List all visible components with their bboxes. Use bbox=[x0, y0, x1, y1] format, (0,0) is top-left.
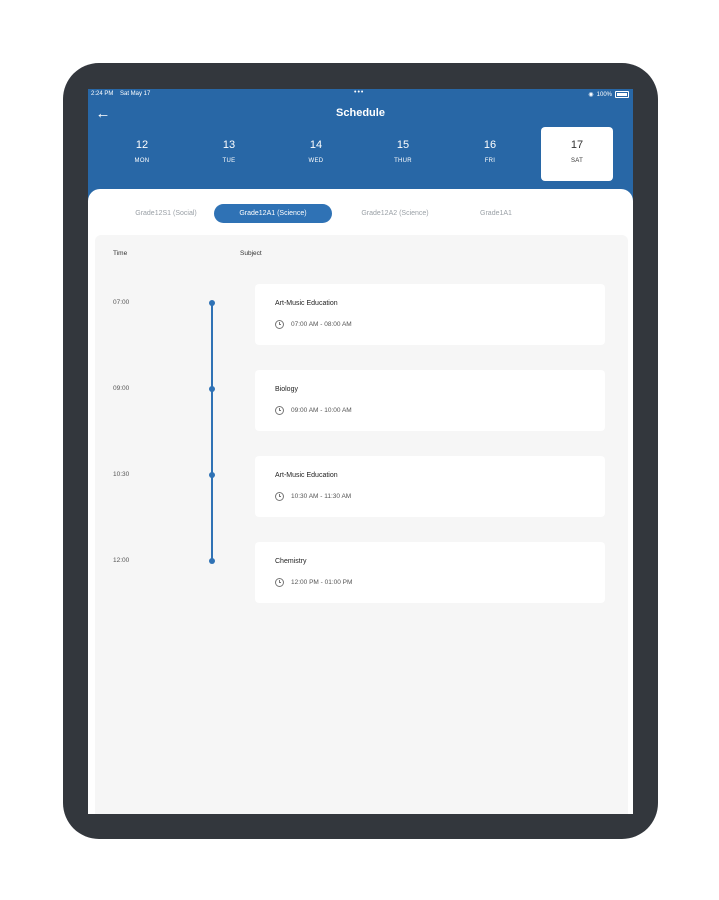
day-name: WED bbox=[308, 158, 324, 164]
day-number: 15 bbox=[396, 139, 410, 151]
time-range: 10:30 AM - 11:30 AM bbox=[291, 493, 352, 500]
time-column-header: Time bbox=[113, 250, 128, 257]
day-fri[interactable]: 16 FRI bbox=[454, 127, 526, 181]
subject-column-header: Subject bbox=[240, 250, 262, 257]
day-name: SAT bbox=[570, 158, 584, 164]
clock-icon bbox=[275, 492, 284, 501]
app-screen: 2:24 PM Sat May 17 ••• ◉ 100% ← Schedule… bbox=[88, 89, 633, 814]
day-name: TUE bbox=[222, 158, 236, 164]
tablet-frame: 2:24 PM Sat May 17 ••• ◉ 100% ← Schedule… bbox=[63, 63, 658, 839]
time-label: 09:00 bbox=[113, 385, 130, 392]
time-label: 07:00 bbox=[113, 299, 130, 306]
time-range: 09:00 AM - 10:00 AM bbox=[291, 407, 352, 414]
clock-icon bbox=[275, 578, 284, 587]
subject-name: Biology bbox=[275, 386, 298, 393]
tab-grade1a1[interactable]: Grade1A1 bbox=[462, 204, 530, 223]
status-date: Sat May 17 bbox=[120, 91, 151, 97]
day-thur[interactable]: 15 THUR bbox=[367, 127, 439, 181]
timeline-dot bbox=[209, 558, 215, 564]
day-name: FRI bbox=[484, 158, 496, 164]
status-time: 2:24 PM bbox=[91, 91, 114, 97]
day-name: THUR bbox=[394, 158, 412, 164]
wifi-icon: ◉ bbox=[588, 92, 594, 98]
tab-grade12s1[interactable]: Grade12S1 (Social) bbox=[110, 204, 222, 223]
time-range: 07:00 AM - 08:00 AM bbox=[291, 321, 352, 328]
subject-name: Chemistry bbox=[275, 558, 307, 565]
day-selector: 12 MON 13 TUE 14 WED 15 THUR 16 FRI 17 S… bbox=[102, 127, 623, 181]
app-header: 2:24 PM Sat May 17 ••• ◉ 100% ← Schedule… bbox=[88, 89, 633, 201]
day-number: 16 bbox=[483, 139, 497, 151]
day-number: 13 bbox=[222, 139, 236, 151]
timeline-dot bbox=[209, 472, 215, 478]
status-bar: 2:24 PM Sat May 17 ••• ◉ 100% bbox=[88, 89, 633, 101]
battery-percent: 100% bbox=[596, 91, 612, 98]
status-right: ◉ 100% bbox=[588, 91, 629, 98]
day-tue[interactable]: 13 TUE bbox=[193, 127, 265, 181]
timeline-line bbox=[211, 303, 213, 562]
day-number: 14 bbox=[309, 139, 323, 151]
schedule-card[interactable]: Art-Music Education 07:00 AM - 08:00 AM bbox=[255, 284, 605, 345]
day-mon[interactable]: 12 MON bbox=[106, 127, 178, 181]
page-title: Schedule bbox=[336, 107, 385, 119]
clock-icon bbox=[275, 406, 284, 415]
tab-grade12a2[interactable]: Grade12A2 (Science) bbox=[342, 204, 448, 223]
multitasking-dots-icon: ••• bbox=[354, 89, 365, 96]
subject-name: Art-Music Education bbox=[275, 472, 338, 479]
battery-icon bbox=[615, 91, 629, 98]
day-name: MON bbox=[134, 158, 150, 164]
day-wed[interactable]: 14 WED bbox=[280, 127, 352, 181]
day-number: 12 bbox=[135, 139, 149, 151]
tab-grade12a1[interactable]: Grade12A1 (Science) bbox=[214, 204, 332, 223]
schedule-card[interactable]: Chemistry 12:00 PM - 01:00 PM bbox=[255, 542, 605, 603]
timeline-dot bbox=[209, 386, 215, 392]
day-number: 17 bbox=[570, 139, 584, 151]
clock-icon bbox=[275, 320, 284, 329]
day-sat[interactable]: 17 SAT bbox=[541, 127, 613, 181]
schedule-card[interactable]: Art-Music Education 10:30 AM - 11:30 AM bbox=[255, 456, 605, 517]
subject-name: Art-Music Education bbox=[275, 300, 338, 307]
schedule-card[interactable]: Biology 09:00 AM - 10:00 AM bbox=[255, 370, 605, 431]
time-range: 12:00 PM - 01:00 PM bbox=[291, 579, 353, 586]
time-label: 10:30 bbox=[113, 471, 130, 478]
schedule-panel: Grade12S1 (Social) Grade12A1 (Science) G… bbox=[88, 189, 633, 814]
timeline-dot bbox=[209, 300, 215, 306]
time-label: 12:00 bbox=[113, 557, 130, 564]
schedule-table: Time Subject 07:00 Art-Music Education 0… bbox=[95, 235, 628, 814]
